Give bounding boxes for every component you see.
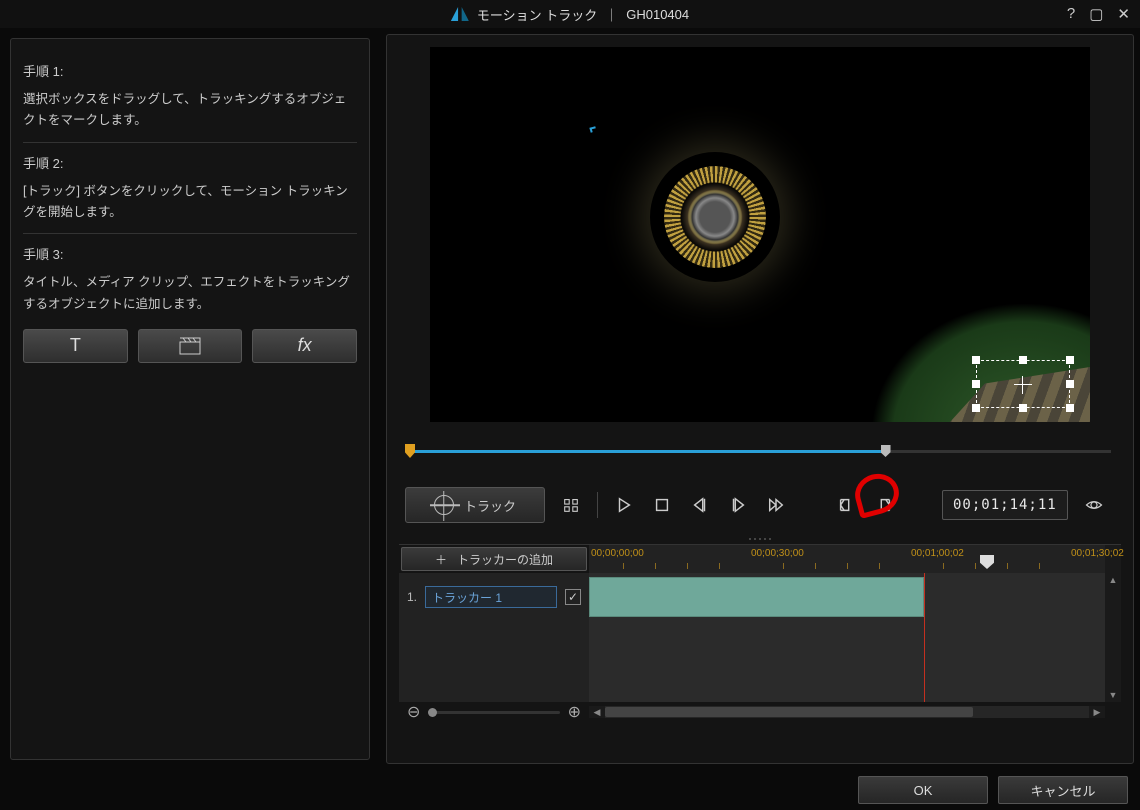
title-text-icon: T [70,330,81,361]
title-separator: ｜ [605,5,618,24]
tracker-enable-checkbox[interactable]: ✓ [565,589,581,605]
add-effect-button[interactable]: fx [252,329,357,363]
prev-frame-button[interactable] [688,493,712,517]
scroll-left-icon[interactable]: ◀ [589,707,605,718]
handle-bm[interactable] [1019,404,1027,412]
track-button[interactable]: トラック [405,487,545,523]
fast-forward-button[interactable] [764,493,788,517]
playhead-handle[interactable] [881,445,891,457]
playhead-line [924,573,925,702]
preview-marker-icon [589,126,596,132]
video-preview[interactable] [430,47,1090,422]
step3-body: タイトル、メディア クリップ、エフェクトをトラッキングするオブジェクトに追加しま… [23,272,357,315]
scroll-up-icon[interactable]: ▲ [1105,573,1121,587]
timeline-tracks-area[interactable] [589,573,1105,702]
add-tracker-label: トラッカーの追加 [457,551,553,568]
mark-out-button[interactable] [872,493,896,517]
close-button[interactable]: ✕ [1117,5,1130,23]
ruler-tick: 00;01;30;02 [1071,548,1124,559]
tracker-clip[interactable] [589,577,924,617]
timeline: ＋ トラッカーの追加 00;00;00;00 00;00;30;00 00;01… [399,544,1121,722]
stop-button[interactable] [650,493,674,517]
timeline-hscrollbar[interactable]: ◀ ▶ [589,706,1105,718]
maximize-button[interactable]: ▢ [1089,5,1103,23]
zoom-in-button[interactable]: ⊕ [568,702,581,722]
add-media-button[interactable] [138,329,243,363]
title-bar: モーション トラック ｜ GH010404 ? ▢ ✕ [0,0,1140,28]
split-button[interactable] [559,493,583,517]
transport-bar: トラック 00;01;14;11 [399,480,1121,530]
hscroll-thumb[interactable] [605,707,973,717]
mark-in-handle[interactable] [405,444,415,458]
preview-panel: トラック 00;01;14;11 [386,34,1134,764]
ruler-tick: 00;00;30;00 [751,548,804,559]
help-button[interactable]: ? [1067,5,1075,23]
add-tracker-button[interactable]: ＋ トラッカーの追加 [401,547,587,571]
panel-resize-handle[interactable] [399,534,1121,544]
timeline-playhead[interactable] [980,555,994,569]
next-frame-button[interactable] [726,493,750,517]
handle-ml[interactable] [972,380,980,388]
handle-bl[interactable] [972,404,980,412]
scroll-right-icon[interactable]: ▶ [1089,707,1105,718]
tracking-selection-box[interactable] [976,350,1070,418]
scroll-down-icon[interactable]: ▼ [1105,688,1121,702]
dialog-button-bar: OK キャンセル [0,770,1140,810]
handle-br[interactable] [1066,404,1074,412]
window-title: モーション トラック [477,5,597,24]
zoom-slider[interactable] [428,711,559,714]
step1-title: 手順 1: [23,61,357,83]
mark-in-button[interactable] [834,493,858,517]
preview-subject-lamp [650,152,780,282]
handle-tr[interactable] [1066,356,1074,364]
timecode-display[interactable]: 00;01;14;11 [942,490,1068,520]
tracker-name-input[interactable]: トラッカー 1 [425,586,557,608]
fx-icon: fx [298,330,312,361]
ok-button[interactable]: OK [858,776,988,804]
seek-bar[interactable] [399,442,1121,464]
clapper-icon [179,337,201,355]
preview-quality-button[interactable] [1082,493,1106,517]
step1-body: 選択ボックスをドラッグして、トラッキングするオブジェクトをマークします。 [23,89,357,132]
step2-title: 手順 2: [23,153,357,175]
step2-body: [トラック] ボタンをクリックして、モーション トラッキングを開始します。 [23,181,357,224]
tracker-index: 1. [407,590,417,604]
app-logo-icon [451,7,469,21]
step3-title: 手順 3: [23,244,357,266]
timeline-ruler[interactable]: 00;00;00;00 00;00;30;00 00;01;00;02 00;0… [589,545,1105,573]
handle-tm[interactable] [1019,356,1027,364]
handle-tl[interactable] [972,356,980,364]
timeline-zoom-control: ⊖ ⊕ [399,702,589,722]
play-button[interactable] [612,493,636,517]
track-button-label: トラック [464,496,516,515]
timeline-vscrollbar[interactable]: ▲ ▼ [1105,573,1121,702]
window-filename: GH010404 [626,7,689,22]
cancel-button[interactable]: キャンセル [998,776,1128,804]
zoom-out-button[interactable]: ⊖ [407,702,420,722]
ruler-tick: 00;01;00;02 [911,548,964,559]
handle-mr[interactable] [1066,380,1074,388]
add-title-button[interactable]: T [23,329,128,363]
tracker-row-header: 1. トラッカー 1 ✓ [399,573,589,621]
crosshair-icon [1014,376,1032,394]
plus-icon: ＋ [435,551,447,568]
zoom-slider-thumb[interactable] [428,708,437,717]
steps-sidebar: 手順 1: 選択ボックスをドラッグして、トラッキングするオブジェクトをマークしま… [0,28,380,770]
ruler-tick: 00;00;00;00 [591,548,644,559]
target-icon [434,495,454,515]
